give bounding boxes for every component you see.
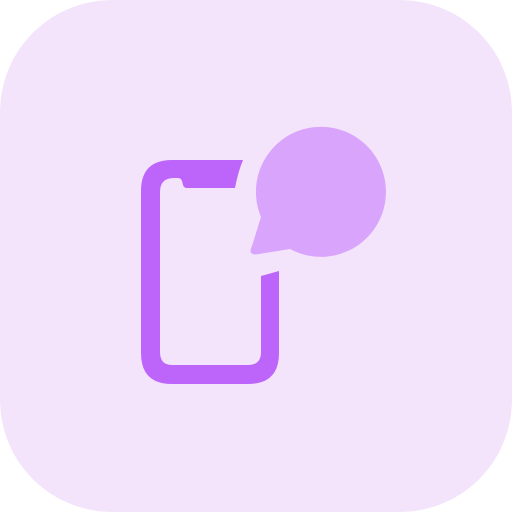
app-icon-tile <box>0 0 512 512</box>
mobile-chat-icon <box>0 0 512 512</box>
icon-background <box>0 0 512 512</box>
